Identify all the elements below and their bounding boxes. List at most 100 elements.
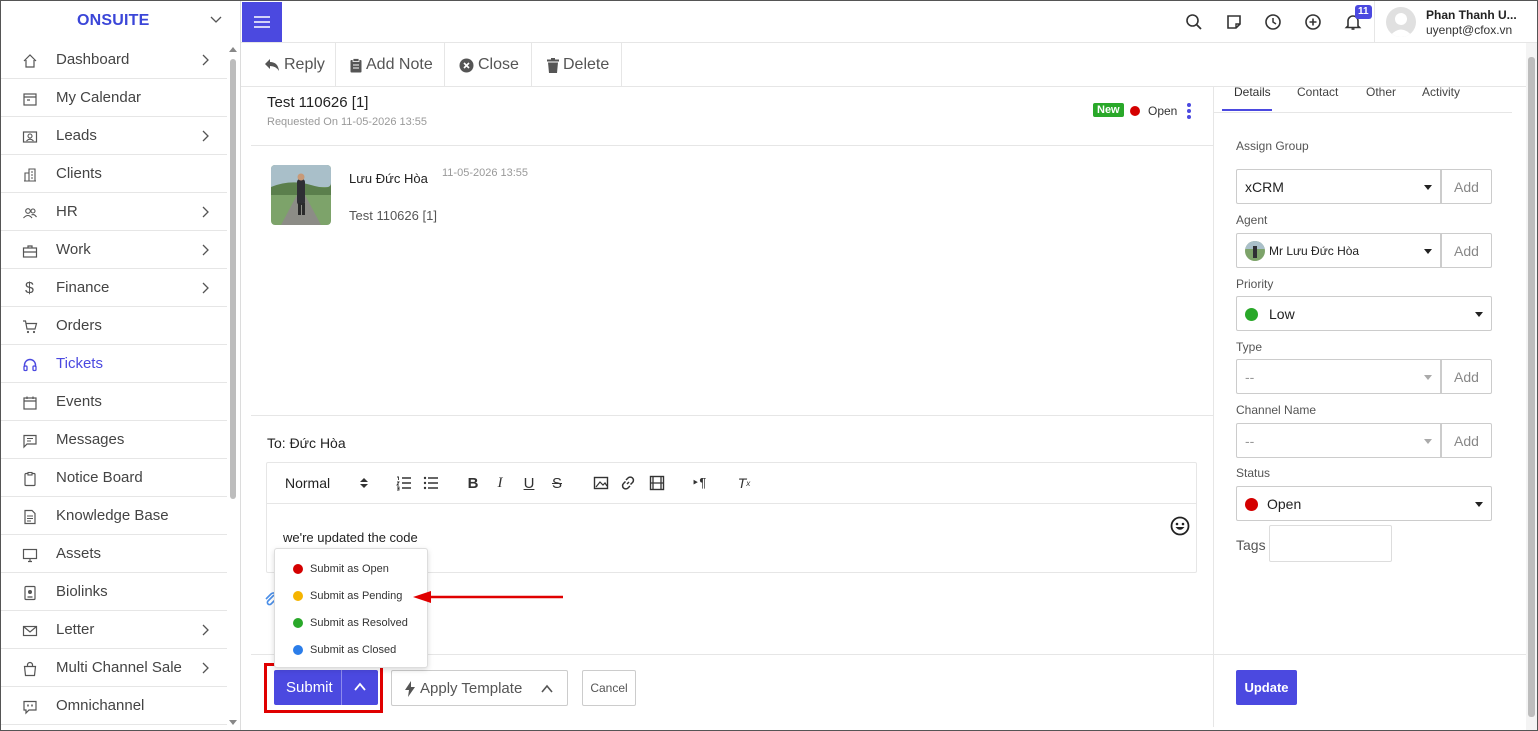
tab-details[interactable]: Details <box>1222 85 1272 111</box>
bullet-list-icon[interactable] <box>423 475 439 491</box>
link-icon[interactable] <box>620 475 636 491</box>
tab-activity[interactable]: Activity <box>1422 85 1460 111</box>
sidebar-item-dashboard[interactable]: Dashboard <box>1 41 227 79</box>
sidebar-item-clients[interactable]: Clients <box>1 155 227 193</box>
video-icon[interactable] <box>649 475 665 491</box>
add-type-button[interactable]: Add <box>1441 359 1492 394</box>
cancel-button[interactable]: Cancel <box>582 670 636 706</box>
add-agent-button[interactable]: Add <box>1441 233 1492 268</box>
sidebar-item-leads[interactable]: Leads <box>1 117 227 155</box>
clear-format-icon[interactable]: Tx <box>736 475 752 491</box>
sidebar-item-orders[interactable]: Orders <box>1 307 227 345</box>
sidebar-item-notice-board[interactable]: Notice Board <box>1 459 227 497</box>
scroll-up-icon[interactable] <box>229 45 237 53</box>
sidebar-item-label: My Calendar <box>56 89 142 106</box>
caret-down-icon <box>1424 375 1432 380</box>
sidebar-item-biolinks[interactable]: Biolinks <box>1 573 227 611</box>
sidebar-item-multi-channel-sale[interactable]: Multi Channel Sale <box>1 649 227 687</box>
editor-content[interactable]: we're updated the code <box>283 530 418 545</box>
sidebar-item-events[interactable]: Events <box>1 383 227 421</box>
submit-as-resolved-item[interactable]: Submit as Resolved <box>275 609 429 636</box>
bold-icon[interactable]: B <box>465 475 481 492</box>
page-scrollbar[interactable] <box>1526 43 1537 730</box>
add-assign-group-button[interactable]: Add <box>1441 169 1492 204</box>
agent-photo-icon <box>1245 241 1265 258</box>
sidebar-item-label: Letter <box>56 621 95 638</box>
sort-updown-icon[interactable] <box>360 477 368 489</box>
add-note-button[interactable]: Add Note <box>336 43 445 87</box>
type-label: Type <box>1236 340 1263 354</box>
submit-as-closed-item[interactable]: Submit as Closed <box>275 636 429 663</box>
delete-button[interactable]: Delete <box>532 43 622 87</box>
channel-name-select[interactable]: -- <box>1236 423 1441 458</box>
tags-input[interactable] <box>1269 525 1392 562</box>
tab-contact[interactable]: Contact <box>1297 85 1338 111</box>
scroll-down-icon[interactable] <box>229 719 237 727</box>
underline-icon[interactable]: U <box>521 475 537 492</box>
agent-select[interactable]: Mr Lưu Đức Hòa <box>1236 233 1441 268</box>
avatar[interactable] <box>1386 7 1416 37</box>
sidebar-item-assets[interactable]: Assets <box>1 535 227 573</box>
more-vertical-icon[interactable] <box>1186 102 1192 120</box>
sidebar-item-label: Orders <box>56 317 102 334</box>
sidebar-item-hr[interactable]: HR <box>1 193 227 231</box>
search-icon[interactable] <box>1184 12 1204 32</box>
update-button[interactable]: Update <box>1236 670 1297 705</box>
menu-item-label: Submit as Closed <box>310 643 397 656</box>
message-author: Lưu Đức Hòa <box>349 171 428 186</box>
sidebar-scrollbar[interactable] <box>228 45 237 729</box>
submit-options-menu: Submit as Open Submit as Pending Submit … <box>274 548 428 668</box>
sidebar-item-letter[interactable]: Letter <box>1 611 227 649</box>
sidebar-item-tickets[interactable]: Tickets <box>1 345 227 383</box>
chevron-up-icon[interactable] <box>353 680 367 694</box>
text-direction-icon[interactable]: ‣¶ <box>691 475 707 491</box>
close-button[interactable]: Close <box>445 43 532 87</box>
caret-down-icon <box>1424 439 1432 444</box>
submit-label: Submit <box>286 679 333 696</box>
trash-icon <box>547 57 559 73</box>
sidebar-item-knowledge-base[interactable]: Knowledge Base <box>1 497 227 535</box>
envelope-icon <box>22 625 37 636</box>
submit-button[interactable]: Submit <box>274 670 378 705</box>
italic-icon[interactable]: I <box>492 475 508 491</box>
sidebar-item-label: Events <box>56 393 102 410</box>
chevron-up-icon <box>541 684 553 693</box>
agent-label: Agent <box>1236 213 1268 227</box>
format-select[interactable]: Normal <box>285 475 330 491</box>
emoji-icon[interactable] <box>1170 516 1190 536</box>
submit-as-pending-item[interactable]: Submit as Pending <box>275 582 429 609</box>
status-dot-icon <box>293 591 303 601</box>
message-time: 11-05-2026 13:55 <box>442 167 529 179</box>
brand-header[interactable]: ONSUITE <box>1 1 240 41</box>
add-channel-button[interactable]: Add <box>1441 423 1492 458</box>
chevron-right-icon <box>202 206 209 218</box>
strikethrough-icon[interactable]: S <box>549 475 565 492</box>
divider <box>1214 654 1527 655</box>
ordered-list-icon[interactable] <box>396 475 412 491</box>
assign-group-select[interactable]: xCRM <box>1236 169 1441 204</box>
sidebar-item-omnichannel[interactable]: Omnichannel <box>1 687 227 725</box>
type-select[interactable]: -- <box>1236 359 1441 394</box>
status-select[interactable]: Open <box>1236 486 1492 521</box>
sidebar-item-work[interactable]: Work <box>1 231 227 269</box>
clock-icon[interactable] <box>1263 12 1283 32</box>
caret-down-icon <box>1424 249 1432 254</box>
menu-toggle-button[interactable] <box>242 2 282 42</box>
sidebar-scrollbar-thumb[interactable] <box>230 59 236 499</box>
tab-other[interactable]: Other <box>1366 85 1396 111</box>
sidebar-item-messages[interactable]: Messages <box>1 421 227 459</box>
sticky-note-icon[interactable] <box>1224 12 1244 32</box>
reply-button[interactable]: Reply <box>241 43 336 87</box>
sidebar-item-finance[interactable]: $ Finance <box>1 269 227 307</box>
sidebar-item-my-calendar[interactable]: My Calendar <box>1 79 227 117</box>
apply-template-button[interactable]: Apply Template <box>391 670 568 706</box>
image-icon[interactable] <box>593 475 609 491</box>
priority-select[interactable]: Low <box>1236 296 1492 331</box>
caret-down-icon <box>1424 185 1432 190</box>
sidebar-item-label: Knowledge Base <box>56 507 169 524</box>
page-scrollbar-thumb[interactable] <box>1528 57 1535 717</box>
add-circle-icon[interactable] <box>1303 12 1323 32</box>
submit-as-open-item[interactable]: Submit as Open <box>275 555 429 582</box>
user-name[interactable]: Phan Thanh U... <box>1426 8 1517 22</box>
chevron-down-icon[interactable] <box>209 13 223 27</box>
